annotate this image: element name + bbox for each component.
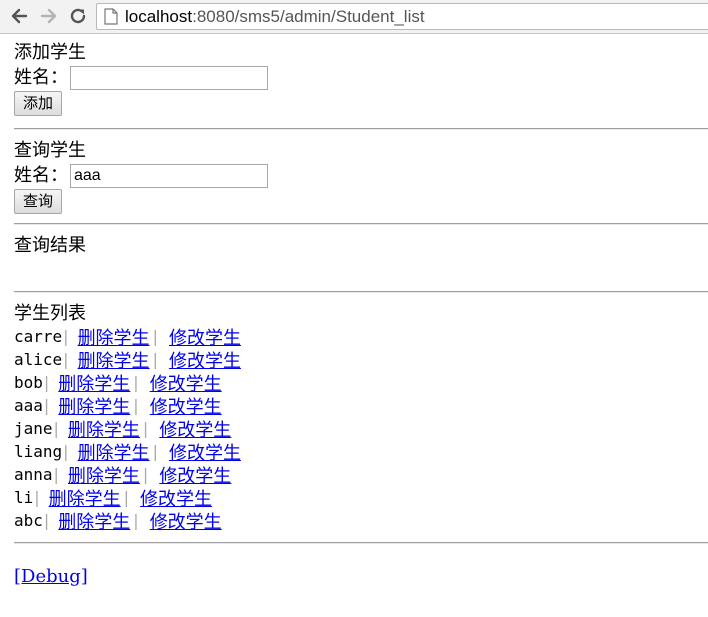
separator: |: [142, 419, 149, 438]
student-row: bob | 删除学生 | 修改学生: [14, 371, 241, 395]
student-name: bob: [14, 373, 43, 392]
separator: |: [63, 442, 69, 461]
separator: |: [53, 465, 59, 484]
student-row: anna | 删除学生 | 修改学生: [14, 463, 241, 487]
student-name: liang: [14, 442, 63, 461]
separator: |: [152, 442, 158, 461]
separator: |: [133, 511, 139, 530]
reload-icon[interactable]: [67, 5, 89, 27]
url-path: :8080/sms5/admin/Student_list: [192, 6, 425, 26]
student-row: aaa | 删除学生 | 修改学生: [14, 394, 241, 418]
student-row: liang | 删除学生 | 修改学生: [14, 440, 241, 464]
student-list: carre | 删除学生 | 修改学生 alice | 删除学生 | 修改学生 bob | 删除学生 | 修…: [14, 325, 241, 534]
separator: |: [43, 373, 50, 392]
student-list-section: 学生列表 carre | 删除学生 | 修改学生 alice | 删除学生 | 修改学生 bob | 删…: [14, 303, 241, 534]
divider: [14, 291, 708, 293]
add-student-section: 添加学生 姓名： 添加: [14, 42, 708, 116]
student-row: jane | 删除学生 | 修改学生: [14, 417, 241, 441]
separator: |: [43, 511, 50, 530]
url-host: localhost: [125, 6, 193, 26]
separator: |: [43, 396, 50, 415]
separator: |: [53, 419, 59, 438]
query-button[interactable]: 查询: [14, 189, 63, 214]
student-name: abc: [14, 511, 43, 530]
separator: |: [63, 350, 69, 369]
separator: |: [34, 488, 40, 507]
delete-student-link[interactable]: 删除学生: [58, 508, 130, 534]
add-student-title: 添加学生: [14, 42, 86, 63]
student-name: aaa: [14, 396, 43, 415]
student-row: abc | 删除学生 | 修改学生: [14, 508, 241, 534]
add-name-input[interactable]: [70, 65, 268, 90]
student-name: alice: [14, 350, 63, 369]
student-row: carre | 删除学生 | 修改学生: [14, 325, 241, 349]
separator: |: [142, 465, 149, 484]
address-bar[interactable]: localhost:8080/sms5/admin/Student_list: [96, 3, 708, 30]
separator: |: [152, 327, 158, 346]
separator: |: [123, 488, 130, 507]
forward-arrow-icon[interactable]: [38, 5, 60, 27]
student-row: alice | 删除学生 | 修改学生: [14, 348, 241, 372]
query-student-title: 查询学生: [14, 140, 86, 161]
divider: [14, 542, 708, 544]
student-name: li: [14, 488, 34, 507]
student-row: li | 删除学生 | 修改学生: [14, 486, 241, 510]
query-result-section: 查询结果: [14, 235, 86, 257]
separator: |: [133, 396, 139, 415]
back-arrow-icon[interactable]: [8, 5, 30, 27]
add-button[interactable]: 添加: [14, 91, 63, 116]
separator: |: [133, 373, 139, 392]
student-name: anna: [14, 465, 53, 484]
page-content: 添加学生 姓名： 添加 查询学生 姓名： 查询 查询结果 学生列表 carre|…: [14, 42, 708, 587]
divider: [14, 128, 708, 130]
student-name: carre: [14, 327, 63, 346]
query-student-section: 查询学生 姓名： 查询: [14, 140, 268, 214]
separator: |: [152, 350, 158, 369]
debug-link[interactable]: [Debug]: [14, 566, 88, 587]
edit-student-link[interactable]: 修改学生: [150, 508, 222, 534]
student-list-title: 学生列表: [14, 303, 86, 324]
add-name-label: 姓名：: [14, 66, 68, 88]
query-name-label: 姓名：: [14, 164, 68, 186]
query-result-title: 查询结果: [14, 235, 86, 256]
separator: |: [63, 327, 69, 346]
query-name-input[interactable]: [70, 163, 268, 188]
page-icon: [104, 8, 118, 25]
divider: [14, 223, 708, 225]
student-name: jane: [14, 419, 53, 438]
browser-toolbar: localhost:8080/sms5/admin/Student_list: [0, 0, 708, 34]
